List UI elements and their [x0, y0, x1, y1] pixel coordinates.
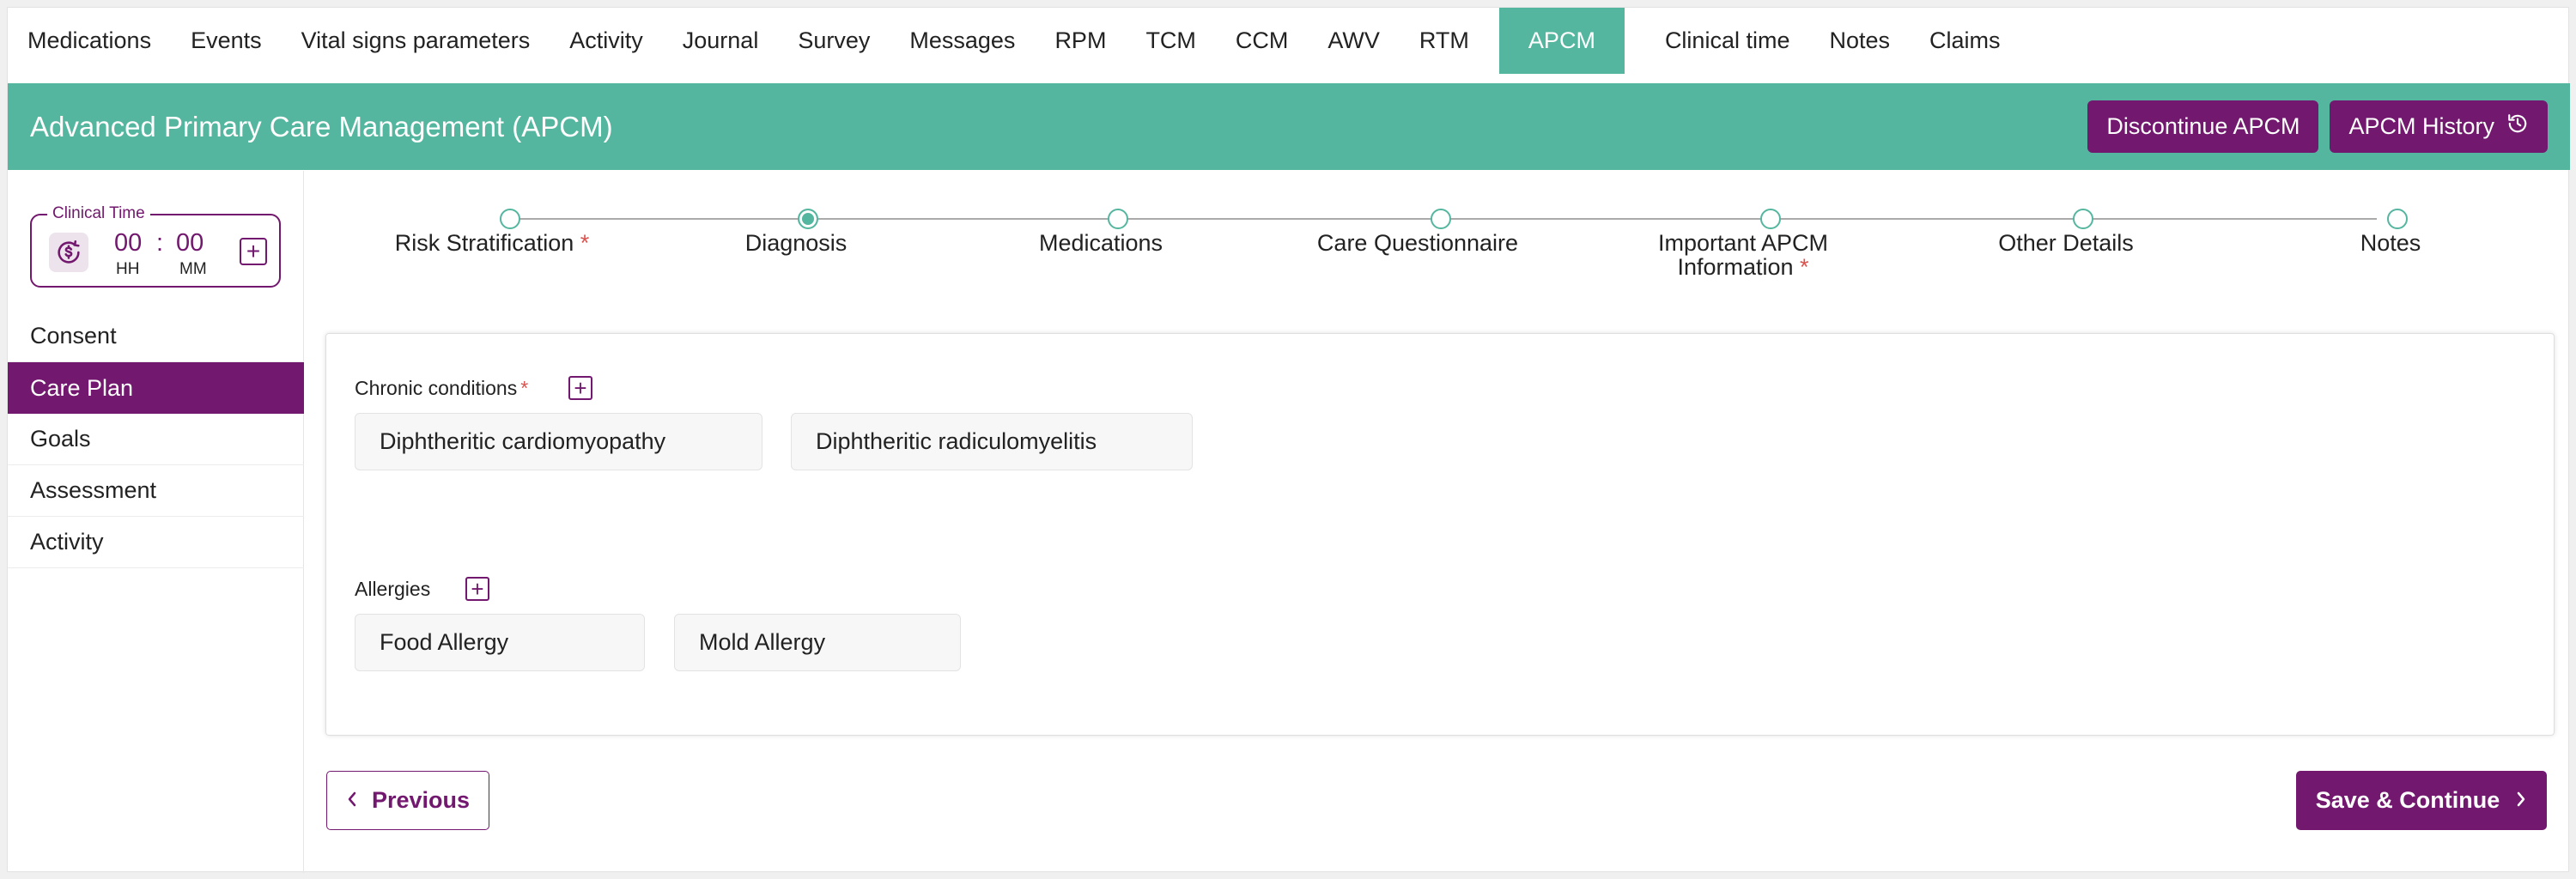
discontinue-apcm-label: Discontinue APCM	[2106, 113, 2300, 139]
required-mark: *	[520, 377, 529, 399]
tab-tcm[interactable]: TCM	[1126, 8, 1215, 74]
side-menu: Consent Care Plan Goals Assessment Activ…	[8, 311, 304, 568]
step-dot-medications[interactable]	[1108, 209, 1128, 229]
step-dot-diagnosis[interactable]	[798, 209, 818, 229]
step-label-diagnosis[interactable]: Diagnosis	[745, 231, 848, 255]
sidebar-item-activity[interactable]: Activity	[8, 517, 304, 568]
tab-journal[interactable]: Journal	[663, 8, 779, 74]
previous-button[interactable]: Previous	[326, 771, 489, 830]
tab-messages[interactable]: Messages	[890, 8, 1035, 74]
tab-survey[interactable]: Survey	[778, 8, 890, 74]
sidebar-item-consent[interactable]: Consent	[8, 311, 304, 362]
step-label-important-apcm-information[interactable]: Important APCM Information *	[1658, 231, 1828, 279]
required-mark: *	[1800, 254, 1809, 280]
tab-vital-signs-parameters[interactable]: Vital signs parameters	[282, 8, 550, 74]
add-chronic-condition-button[interactable]: +	[568, 376, 592, 400]
clinical-time-minutes-unit: MM	[179, 260, 207, 278]
clinical-time-legend: Clinical Time	[47, 204, 150, 223]
step-dot-notes[interactable]	[2387, 209, 2408, 229]
step-label-other-details[interactable]: Other Details	[1998, 231, 2134, 255]
allergies-label-text: Allergies	[355, 578, 431, 600]
apcm-history-label: APCM History	[2348, 113, 2494, 139]
chevron-left-icon	[346, 787, 358, 814]
add-clinical-time-button[interactable]: +	[240, 238, 267, 265]
sidebar-item-assessment[interactable]: Assessment	[8, 465, 304, 517]
apcm-history-button[interactable]: APCM History	[2330, 100, 2548, 153]
top-tab-bar: Medications Events Vital signs parameter…	[8, 8, 2570, 74]
tab-ccm[interactable]: CCM	[1216, 8, 1309, 74]
step-text-line1: Important APCM	[1657, 230, 1829, 256]
clinical-time-separator: :	[156, 229, 164, 257]
step-text-line2: Information	[1677, 254, 1794, 280]
step-dot-care-questionnaire[interactable]	[1431, 209, 1451, 229]
discontinue-apcm-button[interactable]: Discontinue APCM	[2087, 100, 2319, 153]
chronic-condition-chip[interactable]: Diphtheritic cardiomyopathy	[355, 413, 762, 470]
step-label-care-questionnaire[interactable]: Care Questionnaire	[1317, 231, 1518, 255]
chevron-right-icon	[2515, 787, 2527, 814]
step-text: Risk Stratification	[394, 230, 574, 256]
step-dot-important-apcm-information[interactable]	[1760, 209, 1781, 229]
clinical-time-hours: 00	[114, 229, 143, 257]
allergies-label: Allergies	[355, 578, 430, 601]
diagnosis-card: Chronic conditions * + Diphtheritic card…	[325, 333, 2555, 736]
header-actions: Discontinue APCM APCM History	[2087, 100, 2548, 153]
sidebar: Clinical Time 00 : 00 HH MM + Consent Ca…	[8, 171, 304, 873]
clinical-time-minutes: 00	[176, 229, 204, 257]
step-label-risk-stratification[interactable]: Risk Stratification *	[395, 231, 590, 255]
chronic-conditions-label-text: Chronic conditions	[355, 377, 518, 399]
tab-clinical-time[interactable]: Clinical time	[1645, 8, 1810, 74]
add-allergy-button[interactable]: +	[465, 577, 489, 601]
tab-rtm[interactable]: RTM	[1400, 8, 1489, 74]
app-frame: Medications Events Vital signs parameter…	[7, 7, 2570, 873]
page-title: Advanced Primary Care Management (APCM)	[30, 110, 613, 142]
tab-awv[interactable]: AWV	[1308, 8, 1400, 74]
tab-claims[interactable]: Claims	[1910, 8, 2020, 74]
care-plan-stepper: Risk Stratification * Diagnosis Medicati…	[304, 171, 2570, 325]
tab-apcm[interactable]: APCM	[1498, 8, 1625, 74]
tab-medications[interactable]: Medications	[8, 8, 171, 74]
step-label-medications[interactable]: Medications	[1039, 231, 1163, 255]
step-dot-other-details[interactable]	[2073, 209, 2093, 229]
required-mark: *	[580, 230, 590, 256]
clock-dollar-icon[interactable]	[49, 233, 88, 272]
clinical-time-widget: Clinical Time 00 : 00 HH MM +	[30, 204, 281, 288]
tab-activity[interactable]: Activity	[550, 8, 663, 74]
allergy-chip[interactable]: Mold Allergy	[674, 614, 961, 671]
save-and-continue-button[interactable]: Save & Continue	[2296, 771, 2547, 830]
tab-rpm[interactable]: RPM	[1035, 8, 1126, 74]
sidebar-item-goals[interactable]: Goals	[8, 414, 304, 465]
chronic-conditions-label: Chronic conditions *	[355, 377, 528, 400]
page-header: Advanced Primary Care Management (APCM) …	[8, 83, 2570, 170]
previous-label: Previous	[371, 787, 471, 813]
sidebar-item-care-plan[interactable]: Care Plan	[8, 362, 304, 414]
allergy-chip[interactable]: Food Allergy	[355, 614, 645, 671]
clinical-time-hours-unit: HH	[116, 260, 140, 278]
history-icon	[2506, 112, 2529, 141]
chronic-condition-chip[interactable]: Diphtheritic radiculomyelitis	[791, 413, 1193, 470]
save-and-continue-label: Save & Continue	[2315, 787, 2500, 813]
step-label-notes[interactable]: Notes	[2360, 231, 2421, 255]
tab-notes[interactable]: Notes	[1809, 8, 1910, 74]
step-dot-risk-stratification[interactable]	[500, 209, 520, 229]
tab-events[interactable]: Events	[171, 8, 282, 74]
